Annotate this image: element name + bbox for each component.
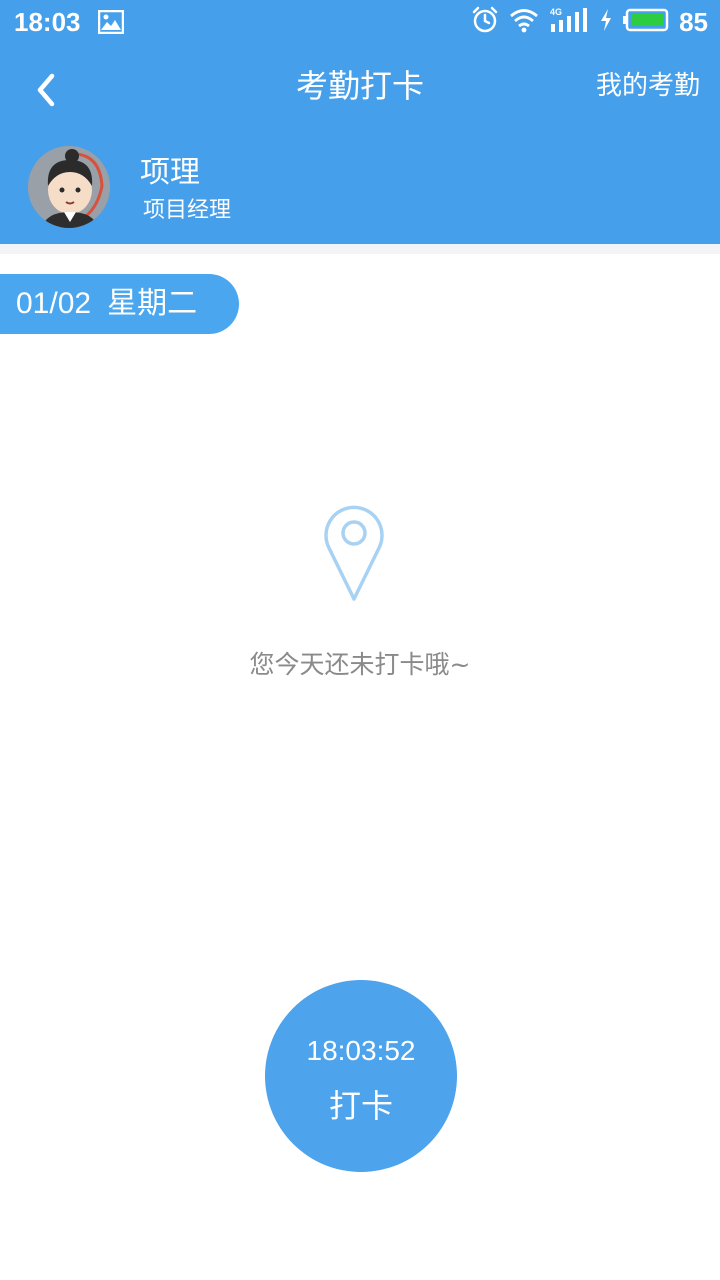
- charging-icon: [599, 8, 613, 36]
- user-info: 项理 项目经理: [0, 140, 720, 240]
- punch-time: 18:03:52: [306, 1035, 416, 1066]
- signal-icon: 4G: [549, 6, 589, 38]
- user-name: 项理: [140, 155, 200, 190]
- date-weekday: 星期二: [107, 286, 198, 321]
- status-icons: 4G 85: [471, 4, 708, 40]
- navbar: 考勤打卡 我的考勤: [0, 44, 720, 132]
- punch-in-button[interactable]: 18:03:52 打卡: [265, 980, 457, 1172]
- battery-percent: 85: [679, 6, 708, 37]
- empty-message: 您今天还未打卡哦~: [249, 650, 471, 679]
- date-day: 01/02: [16, 287, 92, 320]
- alarm-icon: [471, 6, 499, 38]
- divider: [0, 244, 720, 254]
- my-attendance-link[interactable]: 我的考勤: [596, 68, 700, 104]
- wifi-icon: [509, 7, 539, 37]
- location-pin-icon: [324, 505, 384, 601]
- status-time: 18:03: [14, 7, 81, 37]
- network-label: 4G: [550, 7, 562, 17]
- gallery-icon: [97, 9, 125, 35]
- battery-icon: [623, 8, 669, 36]
- avatar[interactable]: [28, 146, 110, 228]
- punch-label: 打卡: [328, 1087, 393, 1125]
- header: 18:03 4G 85 考勤打卡 我的考勤 项理 项目经理: [0, 0, 720, 244]
- user-role: 项目经理: [143, 198, 232, 223]
- status-bar: 18:03 4G 85: [0, 0, 720, 44]
- date-badge: 01/02 星期二: [0, 274, 239, 334]
